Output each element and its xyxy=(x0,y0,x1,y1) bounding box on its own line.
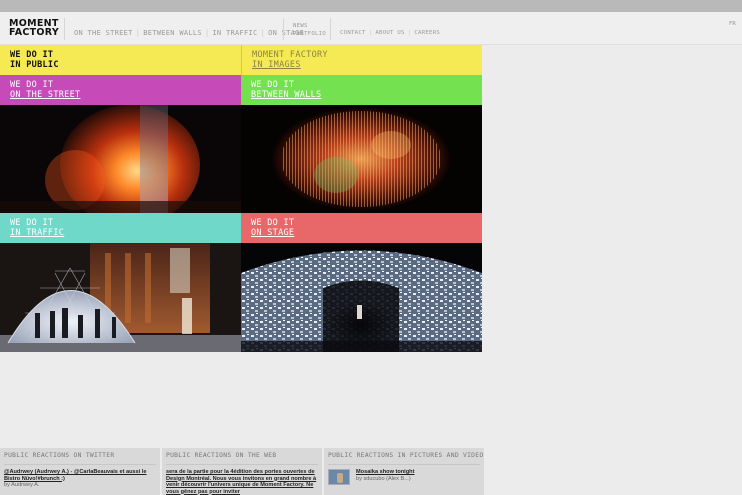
moment-factory-logo[interactable]: MOMENT FACTORY xyxy=(9,19,60,38)
main-nav: ON THE STREET | BETWEEN WALLS | IN TRAFFIC | O… xyxy=(74,29,305,37)
photo-fire-fountain[interactable] xyxy=(0,105,241,213)
tile-on-stage[interactable]: WE DO IT ON STAGE xyxy=(241,213,482,243)
tile-link[interactable]: IN TRAFFIC xyxy=(10,228,231,239)
divider xyxy=(283,18,284,40)
photo-light-curtain[interactable] xyxy=(241,105,482,213)
tile-on-the-street[interactable]: WE DO IT ON THE STREET xyxy=(0,75,241,105)
nav-careers[interactable]: CAREERS xyxy=(414,30,440,36)
panel-title: PUBLIC REACTIONS IN PICTURES AND VIDEOS xyxy=(328,452,484,465)
nav-between-walls[interactable]: BETWEEN WALLS xyxy=(143,29,202,37)
corporate-nav: CONTACT | ABOUT US | CAREERS xyxy=(340,30,441,36)
media-title-link[interactable]: Mosaika show tonight xyxy=(356,469,414,476)
tweet-author: by Audrwey A. xyxy=(4,482,40,488)
divider xyxy=(64,18,65,40)
panel-title: PUBLIC REACTIONS ON TWITTER xyxy=(4,452,156,465)
nav-portfolio[interactable]: PORTFOLIO xyxy=(293,30,326,38)
site-header: MOMENT FACTORY ON THE STREET | BETWEEN WAL… xyxy=(0,12,742,45)
tile-link[interactable]: ON STAGE xyxy=(251,228,472,239)
panel-title: PUBLIC REACTIONS ON THE WEB xyxy=(166,452,318,465)
tile-moment-factory-in-images[interactable]: MOMENT FACTORY IN IMAGES xyxy=(241,45,482,75)
tile-link[interactable]: ON THE STREET xyxy=(10,90,231,101)
language-toggle[interactable]: FR xyxy=(729,21,736,27)
photo-projection-stage[interactable] xyxy=(241,243,482,352)
web-post-link[interactable]: sera de la partie pour la 4édition des p… xyxy=(166,469,318,495)
tile-in-traffic[interactable]: WE DO IT IN TRAFFIC xyxy=(0,213,241,243)
media-thumbnail[interactable] xyxy=(328,469,350,485)
logo-line-2: FACTORY xyxy=(9,27,60,38)
nav-in-traffic[interactable]: IN TRAFFIC xyxy=(212,29,257,37)
panel-pictures-reactions: PUBLIC REACTIONS IN PICTURES AND VIDEOS … xyxy=(324,448,484,495)
nav-news[interactable]: NEWS xyxy=(293,22,326,30)
nav-on-the-street[interactable]: ON THE STREET xyxy=(74,29,133,37)
panel-twitter-reactions: PUBLIC REACTIONS ON TWITTER @Audrwey (Au… xyxy=(0,448,160,495)
tweet-link[interactable]: @Audrwey (Audrwey A.) - @CarlaBeauvais e… xyxy=(4,469,156,482)
tile-we-do-it-in-public[interactable]: WE DO IT IN PUBLIC xyxy=(0,45,241,75)
tile-line-2: IN PUBLIC xyxy=(10,59,59,70)
nav-contact[interactable]: CONTACT xyxy=(340,30,366,36)
photo-geodesic-dome[interactable] xyxy=(0,243,241,352)
panel-web-reactions: PUBLIC REACTIONS ON THE WEB sera de la p… xyxy=(162,448,322,495)
tile-between-walls[interactable]: WE DO IT BETWEEN WALLS xyxy=(241,75,482,105)
nav-about-us[interactable]: ABOUT US xyxy=(375,30,404,36)
secondary-nav: NEWS PORTFOLIO xyxy=(293,22,326,38)
media-author: by sducubo (Alex B...) xyxy=(356,475,411,482)
divider xyxy=(330,18,331,40)
browser-top-bar xyxy=(0,0,742,12)
tile-link[interactable]: IN IMAGES xyxy=(252,60,472,71)
tile-link[interactable]: BETWEEN WALLS xyxy=(251,90,472,101)
media-item[interactable]: Mosaika show tonight by sducubo (Alex B.… xyxy=(328,469,480,485)
